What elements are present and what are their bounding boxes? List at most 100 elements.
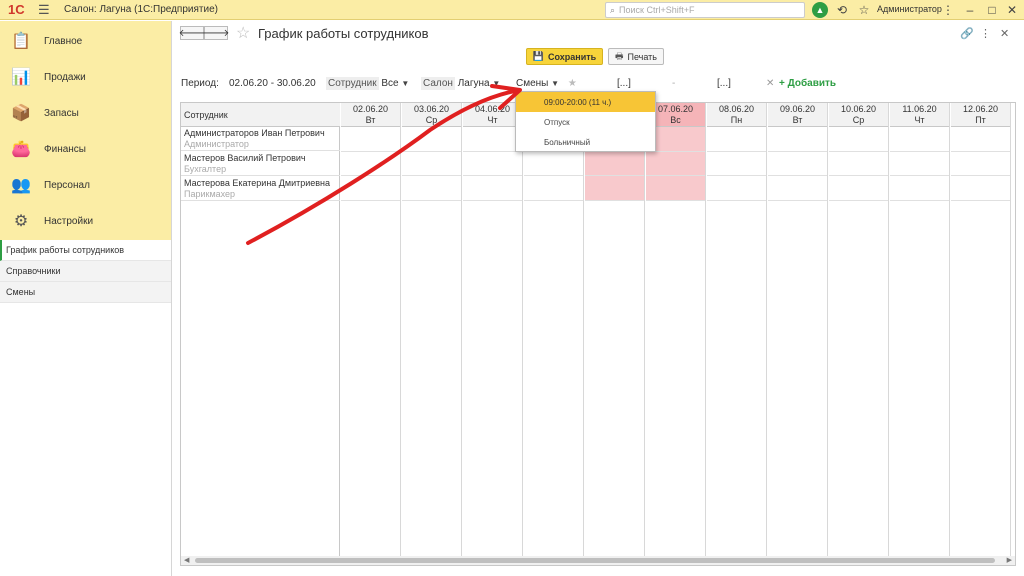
schedule-cell[interactable] [951,152,1010,177]
dropdown-item-vacation[interactable]: Отпуск [516,112,655,132]
schedule-cell[interactable] [463,127,522,152]
schedule-cell[interactable] [951,127,1010,152]
search-input[interactable]: ⌕ Поиск Ctrl+Shift+F [605,2,805,18]
day-column: 09.06.20 Вт [768,103,828,565]
schedule-cell[interactable] [890,127,949,152]
schedule-cell[interactable] [890,152,949,177]
salon-filter[interactable]: Салон Лагуна ▼ [421,77,500,90]
section-label: Главное [44,35,83,47]
search-placeholder: Поиск Ctrl+Shift+F [619,5,695,15]
user-name[interactable]: Администратор [877,4,942,14]
schedule-cell[interactable] [341,152,400,177]
period-value[interactable]: 02.06.20 - 30.06.20 [229,78,316,89]
day-header: 03.06.20 Ср [402,103,461,127]
add-button[interactable]: + Добавить [779,78,836,89]
history-icon[interactable]: ⟲ [834,2,850,18]
form-more-icon[interactable]: ⋮ [980,27,991,40]
link-icon[interactable]: 🔗 [960,27,974,40]
menu-icon[interactable]: ☰ [38,2,52,18]
horizontal-scrollbar[interactable]: ◀ ▶ [181,556,1015,565]
schedule-cell[interactable] [768,152,827,177]
shift-star-icon[interactable]: ★ [568,78,577,89]
scroll-thumb[interactable] [195,558,995,563]
save-button[interactable]: 💾 Сохранить [526,48,603,65]
day-cells [707,127,766,202]
more-icon[interactable]: ⋮ [940,2,956,18]
schedule-cell[interactable] [402,127,461,152]
schedule-cell[interactable] [585,176,644,202]
shifts-filter-label: Смены [516,78,549,89]
app-title: Салон: Лагуна (1С:Предприятие) [64,4,218,15]
favorites-icon[interactable]: ☆ [856,2,872,18]
table-row[interactable]: Мастеров Василий Петрович Бухгалтер [181,152,340,176]
schedule-cell[interactable] [341,176,400,202]
clipboard-icon: 📋 [11,33,31,50]
schedule-cell[interactable] [768,176,827,202]
day-cells [890,127,949,202]
schedule-cell[interactable] [646,152,705,177]
dropdown-item-shift[interactable]: 09:00-20:00 (11 ч.) [516,92,655,112]
to-field[interactable]: [...] [717,78,731,89]
schedule-cell[interactable] [768,127,827,152]
close-icon[interactable]: ✕ [1004,2,1020,18]
minimize-icon[interactable]: – [962,2,978,18]
schedule-cell[interactable] [890,176,949,202]
day-cells [402,127,461,202]
schedule-cell[interactable] [402,176,461,202]
schedule-cell[interactable] [646,176,705,202]
employee-filter-value: Все [381,78,399,89]
page-title: График работы сотрудников [258,26,429,41]
table-row[interactable]: Мастерова Екатерина Дмитриевна Парикмахе… [181,177,340,201]
schedule-cell[interactable] [402,152,461,177]
schedule-cell[interactable] [951,176,1010,202]
from-field[interactable]: [...] [617,78,631,89]
schedule-cell[interactable] [707,152,766,177]
form-close-icon[interactable]: ✕ [1000,27,1009,40]
section-label: Финансы [44,143,86,155]
schedule-cell[interactable] [829,176,888,202]
day-date: 11.06.20 [902,104,937,114]
maximize-icon[interactable]: □ [984,2,1000,18]
day-date: 09.06.20 [779,104,816,114]
notification-icon[interactable]: ▲ [812,2,828,18]
nav-item-schedule[interactable]: График работы сотрудников [0,240,171,261]
scroll-left-icon[interactable]: ◀ [184,556,189,564]
schedule-cell[interactable] [829,127,888,152]
section-label: Запасы [44,107,79,119]
section-settings[interactable]: ⚙ Настройки [0,203,171,239]
section-label: Продажи [44,71,86,83]
clear-icon[interactable]: ✕ [766,78,774,89]
favorite-star-icon[interactable]: ☆ [236,23,250,43]
section-sales[interactable]: 📊 Продажи [0,59,171,95]
nav-item-shifts[interactable]: Смены [0,282,171,303]
section-stock[interactable]: 📦 Запасы [0,95,171,131]
section-finance[interactable]: 👛 Финансы [0,131,171,167]
schedule-cell[interactable] [829,152,888,177]
schedule-cell[interactable] [463,176,522,202]
scroll-right-icon[interactable]: ▶ [1007,556,1012,564]
forward-button[interactable]: 🡒 [203,26,229,40]
day-header: 04.06.20 Чт [463,103,522,127]
title-bar: 1С ☰ Салон: Лагуна (1С:Предприятие) ⌕ По… [0,0,1024,20]
print-button[interactable]: 🖶 Печать [608,48,664,65]
shifts-filter[interactable]: Смены ▼ ★ [516,78,577,89]
schedule-cell[interactable] [524,152,583,177]
employee-name: Администраторов Иван Петрович [184,128,325,138]
day-column: 11.06.20 Чт [890,103,950,565]
back-button[interactable]: 🡐 [179,26,205,40]
schedule-cell[interactable] [463,152,522,177]
section-main[interactable]: 📋 Главное [0,23,171,59]
day-column: 05.06.20Пт [524,103,584,565]
nav-item-catalogs[interactable]: Справочники [0,261,171,282]
employee-filter[interactable]: Сотрудник Все ▼ [326,77,409,90]
table-row[interactable]: Администраторов Иван Петрович Администра… [181,127,340,151]
schedule-cell[interactable] [707,127,766,152]
schedule-cell[interactable] [707,176,766,202]
schedule-cell[interactable] [524,176,583,202]
dropdown-item-sick[interactable]: Больничный [516,132,655,152]
section-staff[interactable]: 👥 Персонал [0,167,171,203]
day-header: 09.06.20 Вт [768,103,827,127]
schedule-cell[interactable] [585,152,644,177]
day-header: 10.06.20 Ср [829,103,888,127]
schedule-cell[interactable] [341,127,400,152]
